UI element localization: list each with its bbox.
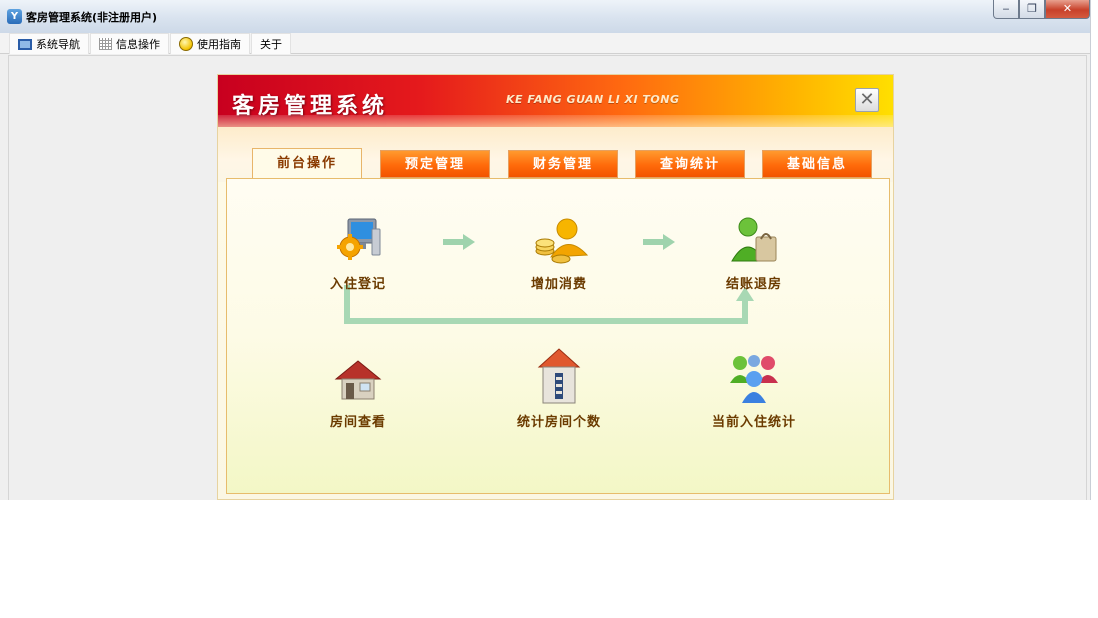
menu-item-about[interactable]: 关于 <box>251 33 291 54</box>
flow-arrow-icon <box>443 234 475 250</box>
title-bar[interactable]: Y 客房管理系统(非注册用户) ‒ ❐ ✕ <box>0 0 1090 34</box>
menu-item-label: 关于 <box>260 38 282 51</box>
grid-icon <box>99 38 112 50</box>
banner: 客房管理系统 KE FANG GUAN LI XI TONG ✕ <box>218 75 893 127</box>
feature-add-consumption[interactable]: 增加消费 <box>484 215 634 292</box>
banner-title: 客房管理系统 <box>232 94 389 119</box>
flow-arrow-icon <box>643 234 675 250</box>
menu-item-label: 系统导航 <box>36 38 80 51</box>
menu-item-guide[interactable]: 使用指南 <box>170 33 250 54</box>
main-window: Y 客房管理系统(非注册用户) ‒ ❐ ✕ 系统导航 信息操作 使用指南 关于 … <box>0 0 1091 500</box>
feature-label: 结账退房 <box>725 277 782 292</box>
tab-front-desk[interactable]: 前台操作 <box>252 148 362 180</box>
feature-label: 房间查看 <box>329 415 386 430</box>
feature-room-count[interactable]: 统计房间个数 <box>484 345 634 430</box>
building-icon <box>533 345 585 405</box>
window-title: 客房管理系统(非注册用户) <box>26 11 158 24</box>
feature-label: 当前入住统计 <box>711 415 796 430</box>
feature-checkout[interactable]: 结账退房 <box>679 215 829 292</box>
tab-basic-info[interactable]: 基础信息 <box>762 150 872 178</box>
menu-item-system-nav[interactable]: 系统导航 <box>9 33 89 54</box>
computer-gear-icon <box>332 215 384 267</box>
window-controls: ‒ ❐ ✕ <box>993 0 1090 19</box>
user-coins-icon <box>533 215 589 267</box>
feature-check-in[interactable]: 入住登记 <box>283 215 433 292</box>
close-button[interactable]: ✕ <box>1045 0 1090 19</box>
banner-subtitle: KE FANG GUAN LI XI TONG <box>506 93 680 106</box>
house-icon <box>332 353 384 405</box>
tab-reservation[interactable]: 预定管理 <box>380 150 490 178</box>
menu-item-info-ops[interactable]: 信息操作 <box>90 33 169 54</box>
tab-strip: 前台操作 预定管理 财务管理 查询统计 基础信息 <box>218 148 893 180</box>
restore-button[interactable]: ❐ <box>1019 0 1045 19</box>
menu-item-label: 使用指南 <box>197 38 241 51</box>
menu-bar: 系统导航 信息操作 使用指南 关于 <box>0 33 1090 54</box>
feature-current-occupancy[interactable]: 当前入住统计 <box>679 353 829 430</box>
panel-close-button[interactable]: ✕ <box>855 88 879 112</box>
feature-label: 入住登记 <box>329 277 386 292</box>
tab-query-stats[interactable]: 查询统计 <box>635 150 745 178</box>
user-group-icon <box>728 353 780 405</box>
monitor-icon <box>18 38 32 50</box>
minimize-button[interactable]: ‒ <box>993 0 1019 19</box>
navigation-panel: 客房管理系统 KE FANG GUAN LI XI TONG ✕ 前台操作 预定… <box>217 74 894 500</box>
app-icon: Y <box>7 9 22 24</box>
menu-item-label: 信息操作 <box>116 38 160 51</box>
tab-finance[interactable]: 财务管理 <box>508 150 618 178</box>
feature-room-view[interactable]: 房间查看 <box>283 353 433 430</box>
tab-content: 入住登记 增加消费 结账退房 房间查看 统计房间个数 当前入住统计 <box>226 178 890 494</box>
user-bag-icon <box>728 215 780 267</box>
feature-label: 统计房间个数 <box>516 415 601 430</box>
bulb-icon <box>179 37 193 51</box>
feature-label: 增加消费 <box>530 277 587 292</box>
